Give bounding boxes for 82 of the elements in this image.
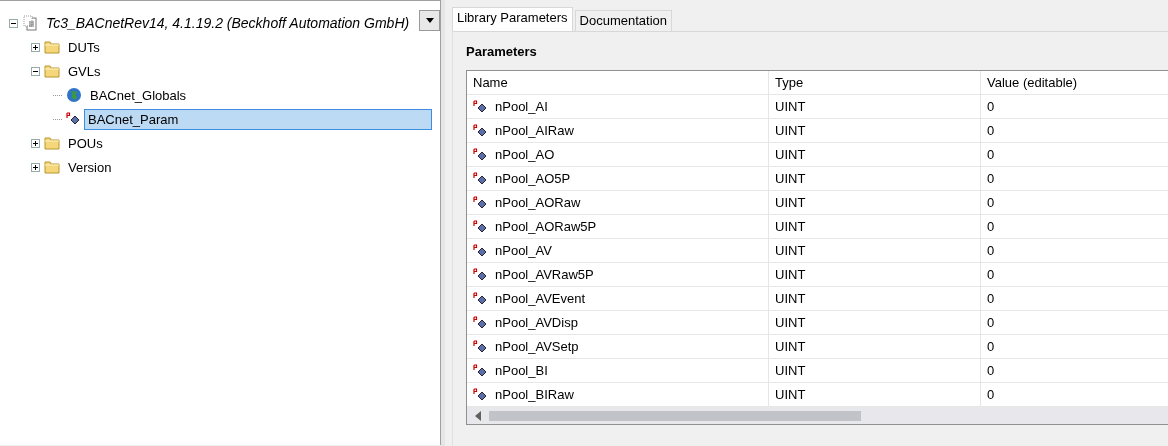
expand-icon[interactable] [31,162,40,172]
section-title: Parameters [466,44,538,59]
collapse-icon[interactable] [9,18,18,28]
parameter-name: nPool_AO5P [495,171,571,186]
tab[interactable]: Documentation [574,10,672,31]
parameter-icon [473,267,487,282]
tree-item[interactable]: GVLs [64,60,105,82]
column-header[interactable]: Type [769,71,981,94]
tab[interactable]: Library Parameters [452,7,573,31]
tree-item[interactable]: BACnet_Globals [86,84,191,106]
tree-item[interactable]: Version [64,156,116,178]
parameter-icon [473,363,487,378]
table-cell[interactable]: 0 [981,95,1168,118]
parameter-name: nPool_AIRaw [495,123,574,138]
globe-icon [66,87,82,103]
parameter-icon [473,243,487,258]
table-cell: UINT [769,215,981,238]
parameter-icon [473,387,487,402]
parameter-icon [473,123,487,138]
tree-item[interactable]: DUTs [64,36,104,58]
table-cell[interactable]: 0 [981,119,1168,142]
table-cell[interactable]: 0 [981,383,1168,406]
parameter-name: nPool_AORaw5P [495,219,597,234]
table-cell: UINT [769,95,981,118]
table-cell[interactable]: 0 [981,191,1168,214]
dropdown-button[interactable] [419,10,440,31]
expand-icon[interactable] [31,138,40,148]
parameter-icon [473,99,487,114]
folder-icon [44,136,60,150]
caret-icon [425,18,434,23]
parameter-name: nPool_BI [495,363,548,378]
folder-icon [44,160,60,174]
parameter-name: nPool_AV [495,243,552,258]
table-cell: UINT [769,359,981,382]
table-cell[interactable]: 0 [981,311,1168,334]
table-cell: UINT [769,287,981,310]
tree-item[interactable]: POUs [64,132,107,154]
column-header[interactable]: Name [467,71,769,94]
table-cell: UINT [769,143,981,166]
tree-item[interactable]: Tc3_BACnetRev14, 4.1.19.2 (Beckhoff Automation GmbH) [42,12,414,34]
parameter-icon [473,147,487,162]
parameter-icon [473,195,487,210]
table-cell[interactable]: 0 [981,143,1168,166]
table-cell[interactable]: 0 [981,335,1168,358]
parameter-name: nPool_AVEvent [495,291,586,306]
parameter-name: nPool_AI [495,99,548,114]
scrollbar-thumb[interactable] [489,410,861,421]
parameter-icon [66,112,80,126]
table-cell: UINT [769,167,981,190]
parameter-name: nPool_AVDisp [495,315,578,330]
table-cell: UINT [769,383,981,406]
table-cell: UINT [769,119,981,142]
table-cell[interactable]: 0 [981,239,1168,262]
parameter-name: nPool_AORaw [495,195,581,210]
parameter-icon [473,315,487,330]
scroll-left-icon[interactable] [475,410,481,421]
parameter-icon [473,171,487,186]
parameter-name: nPool_BIRaw [495,387,574,402]
column-header[interactable]: Value (editable) [981,71,1168,94]
folder-icon [44,40,60,54]
table-cell: UINT [769,311,981,334]
collapse-icon[interactable] [31,66,40,76]
parameter-icon [473,219,487,234]
tree-item[interactable]: BACnet_Param [84,108,432,130]
library-icon [22,15,38,31]
parameter-icon [473,291,487,306]
horizontal-scrollbar[interactable] [467,407,1168,424]
table-cell[interactable]: 0 [981,167,1168,190]
parameter-name: nPool_AVSetp [495,339,579,354]
table-cell[interactable]: 0 [981,287,1168,310]
table-cell[interactable]: 0 [981,263,1168,286]
table-cell: UINT [769,335,981,358]
table-cell: UINT [769,191,981,214]
table-cell[interactable]: 0 [981,359,1168,382]
table-cell[interactable]: 0 [981,215,1168,238]
parameter-name: nPool_AVRaw5P [495,267,594,282]
table-cell: UINT [769,263,981,286]
table-cell: UINT [769,239,981,262]
parameter-name: nPool_AO [495,147,555,162]
folder-icon [44,64,60,78]
parameter-icon [473,339,487,354]
expand-icon[interactable] [31,42,40,52]
